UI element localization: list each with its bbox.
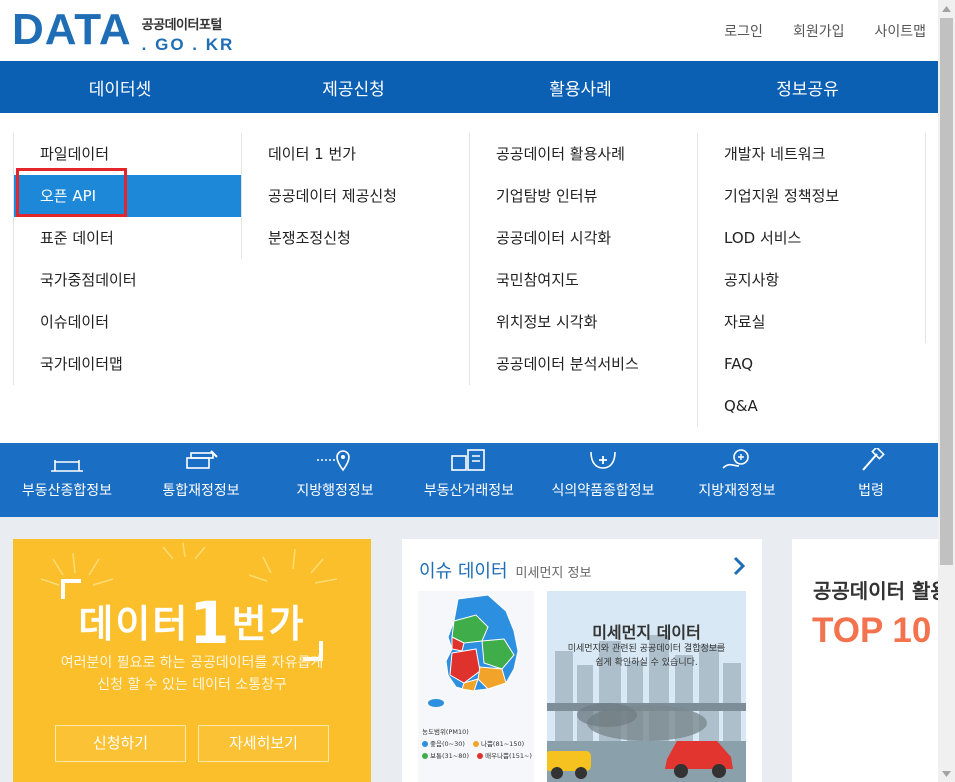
more-details-button[interactable]: 자세히보기 bbox=[198, 725, 329, 762]
quick-link-band: 부동산종합정보 통합재정정보 지방행정정보 부동산거래정보 식의약품종합정보 지… bbox=[0, 446, 938, 517]
quick-link-law[interactable]: 법령 bbox=[804, 446, 938, 517]
scroll-up-arrow-icon[interactable] bbox=[938, 0, 955, 17]
menu-item-archive[interactable]: 자료실 bbox=[698, 301, 926, 343]
top10-label: TOP 10 bbox=[812, 611, 932, 650]
sitemap-link[interactable]: 사이트맵 bbox=[874, 21, 926, 41]
fine-dust-promo-image[interactable]: 미세먼지 데이터 미세먼지와 관련된 공공데이터 결합정보를 쉽게 확인하실 수… bbox=[547, 591, 746, 782]
menu-item-developer-network[interactable]: 개발자 네트워크 bbox=[698, 133, 926, 175]
issue-data-subtitle: 미세먼지 정보 bbox=[515, 566, 592, 581]
building-icon bbox=[449, 446, 489, 472]
main-content: 데이터1번가 여러분이 필요로 하는 공공데이터를 자유롭게 신청 할 수 있는… bbox=[0, 517, 938, 782]
login-link[interactable]: 로그인 bbox=[724, 21, 763, 41]
legend-dot-good bbox=[422, 741, 428, 747]
menu-item-analysis-service[interactable]: 공공데이터 분석서비스 bbox=[470, 343, 698, 385]
menu-item-citizen-map[interactable]: 국민참여지도 bbox=[470, 259, 698, 301]
menu-item-qna[interactable]: Q&A bbox=[698, 385, 926, 427]
gnb-item-use-cases[interactable]: 활용사례 bbox=[467, 61, 694, 113]
main-navigation: 데이터셋 제공신청 활용사례 정보공유 bbox=[0, 61, 938, 113]
quick-link-finance[interactable]: 통합재정정보 bbox=[134, 446, 268, 517]
menu-item-notice[interactable]: 공지사항 bbox=[698, 259, 926, 301]
quick-link-local-admin[interactable]: 지방행정정보 bbox=[268, 446, 402, 517]
site-header: DATA 공공데이터포털 . GO . KR 로그인 회원가입 사이트맵 bbox=[0, 0, 938, 61]
scrollbar-thumb[interactable] bbox=[940, 18, 953, 565]
menu-item-issue-data[interactable]: 이슈데이터 bbox=[14, 301, 241, 343]
menu-item-standard-data[interactable]: 표준 데이터 bbox=[14, 217, 241, 259]
coin-hand-icon bbox=[717, 446, 757, 472]
data-1st-street-card: 데이터1번가 여러분이 필요로 하는 공공데이터를 자유롭게 신청 할 수 있는… bbox=[13, 539, 371, 782]
logo-main-text: DATA bbox=[12, 5, 132, 54]
legend-dot-very-bad bbox=[477, 753, 484, 759]
mega-dropdown-menu: 파일데이터 오픈 API 표준 데이터 국가중점데이터 이슈데이터 국가데이터맵… bbox=[0, 113, 938, 446]
menu-item-business-support[interactable]: 기업지원 정책정보 bbox=[698, 175, 926, 217]
menu-column-info-share: 개발자 네트워크 기업지원 정책정보 LOD 서비스 공지사항 자료실 FAQ … bbox=[697, 133, 926, 427]
menu-item-visualization[interactable]: 공공데이터 시각화 bbox=[470, 217, 698, 259]
gavel-icon bbox=[851, 446, 891, 472]
data-1st-street-description: 여러분이 필요로 하는 공공데이터를 자유롭게 신청 할 수 있는 데이터 소통… bbox=[60, 655, 324, 693]
site-logo[interactable]: DATA 공공데이터포털 . GO . KR bbox=[12, 5, 235, 55]
gnb-item-info-share[interactable]: 정보공유 bbox=[694, 61, 921, 113]
fine-dust-promo-title: 미세먼지 데이터 bbox=[592, 623, 701, 642]
menu-column-request: 데이터 1 번가 공공데이터 제공신청 분쟁조정신청 bbox=[241, 133, 470, 259]
menu-item-national-data-map[interactable]: 국가데이터맵 bbox=[14, 343, 241, 385]
top10-title: 공공데이터 활용 bbox=[813, 579, 938, 603]
quick-link-real-estate[interactable]: 부동산종합정보 bbox=[0, 446, 134, 517]
signup-link[interactable]: 회원가입 bbox=[793, 21, 845, 41]
medical-icon bbox=[583, 446, 623, 472]
top10-card[interactable]: 공공데이터 활용 TOP 10 bbox=[792, 539, 938, 782]
menu-item-company-interview[interactable]: 기업탐방 인터뷰 bbox=[470, 175, 698, 217]
legend-dot-bad bbox=[472, 741, 479, 747]
fine-dust-legend: 농도범위(PM10) 좋음(0~30) 나쁨(81~150) 보통(31~80)… bbox=[422, 728, 532, 760]
menu-item-use-cases[interactable]: 공공데이터 활용사례 bbox=[470, 133, 698, 175]
quick-link-local-finance[interactable]: 지방재정정보 bbox=[670, 446, 804, 517]
legend-dot-normal bbox=[422, 753, 428, 759]
scroll-down-arrow-icon[interactable] bbox=[938, 765, 955, 782]
menu-item-public-data-request[interactable]: 공공데이터 제공신청 bbox=[242, 175, 470, 217]
issue-data-card: 이슈 데이터 미세먼지 정보 농도범위(PM10) 좋음(0~30) 나쁨(81… bbox=[402, 539, 762, 782]
vertical-scrollbar[interactable] bbox=[938, 0, 955, 782]
apply-button[interactable]: 신청하기 bbox=[55, 725, 186, 762]
logo-domain-text: . GO . KR bbox=[141, 35, 235, 54]
menu-item-data-1st-street[interactable]: 데이터 1 번가 bbox=[242, 133, 470, 175]
logo-korean-text: 공공데이터포털 bbox=[141, 18, 223, 33]
gnb-item-request[interactable]: 제공신청 bbox=[240, 61, 467, 113]
quick-link-food-drug[interactable]: 식의약품종합정보 bbox=[536, 446, 670, 517]
quick-link-real-estate-trade[interactable]: 부동산거래정보 bbox=[402, 446, 536, 517]
menu-item-faq[interactable]: FAQ bbox=[698, 343, 926, 385]
chevron-right-icon[interactable] bbox=[730, 555, 748, 577]
document-icon bbox=[47, 446, 87, 472]
issue-data-title[interactable]: 이슈 데이터 bbox=[419, 557, 508, 583]
menu-item-location-visualization[interactable]: 위치정보 시각화 bbox=[470, 301, 698, 343]
fine-dust-promo-description: 미세먼지와 관련된 공공데이터 결합정보를 쉽게 확인하실 수 있습니다. bbox=[567, 644, 726, 668]
menu-item-national-core-data[interactable]: 국가중점데이터 bbox=[14, 259, 241, 301]
utility-links: 로그인 회원가입 사이트맵 bbox=[724, 21, 926, 41]
menu-column-divider bbox=[925, 133, 938, 343]
menu-item-dispute-mediation[interactable]: 분쟁조정신청 bbox=[242, 217, 470, 259]
menu-item-lod-service[interactable]: LOD 서비스 bbox=[698, 217, 926, 259]
korea-map-image bbox=[428, 594, 519, 707]
data-1st-street-title: 데이터1번가 bbox=[78, 589, 306, 657]
highlight-box bbox=[16, 168, 127, 217]
menu-column-use-cases: 공공데이터 활용사례 기업탐방 인터뷰 공공데이터 시각화 국민참여지도 위치정… bbox=[469, 133, 698, 385]
location-pin-icon bbox=[315, 446, 355, 472]
gnb-item-dataset[interactable]: 데이터셋 bbox=[0, 61, 240, 113]
fine-dust-map[interactable]: 농도범위(PM10) 좋음(0~30) 나쁨(81~150) 보통(31~80)… bbox=[418, 591, 534, 782]
money-stack-icon bbox=[181, 446, 221, 472]
